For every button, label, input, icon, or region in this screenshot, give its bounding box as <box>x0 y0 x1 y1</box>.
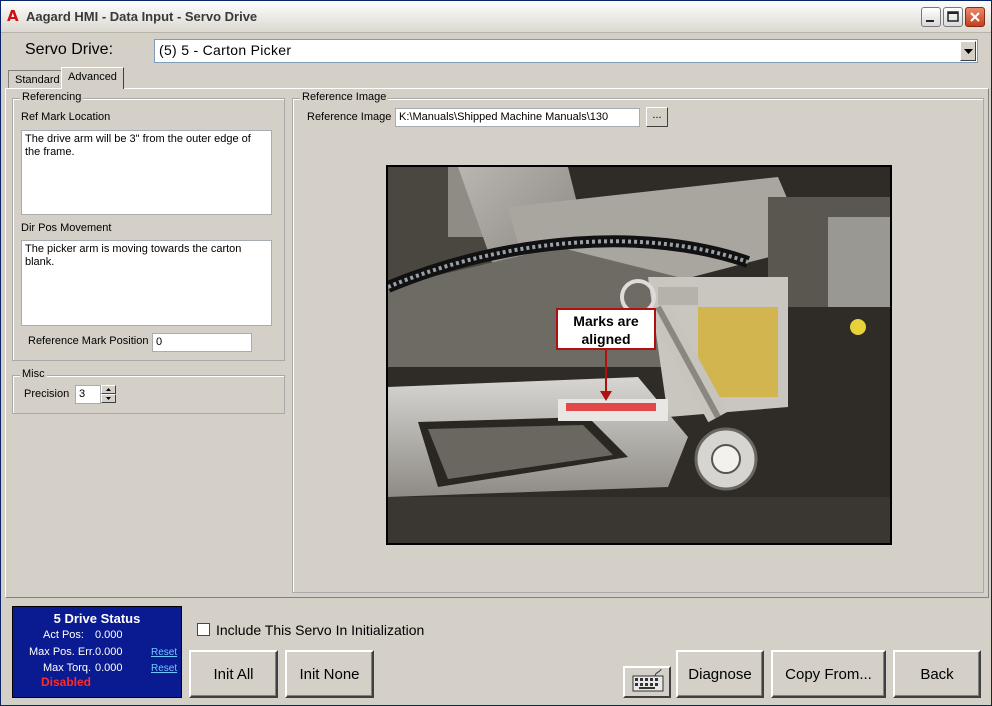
max-pos-err-label: Max Pos. Err. <box>29 646 96 658</box>
precision-stepper[interactable] <box>101 385 116 403</box>
arrow-up-icon <box>106 388 111 391</box>
servo-drive-selected-value: (5) 5 - Carton Picker <box>159 42 292 58</box>
ref-mark-location-textarea[interactable]: The drive arm will be 3" from the outer … <box>21 130 272 215</box>
keyboard-button[interactable] <box>623 666 671 698</box>
servo-drive-label: Servo Drive: <box>25 41 114 58</box>
drive-status-panel: 5 Drive Status Act Pos: 0.000 Max Pos. E… <box>12 606 182 698</box>
max-torq-label: Max Torq. <box>43 662 92 674</box>
tab-standard[interactable]: Standard <box>8 70 67 88</box>
precision-label: Precision <box>24 388 70 400</box>
close-button[interactable] <box>965 7 985 27</box>
dir-pos-movement-textarea[interactable]: The picker arm is moving towards the car… <box>21 240 272 326</box>
window-title: Aagard HMI - Data Input - Servo Drive <box>26 9 258 24</box>
drive-status-title: 5 Drive Status <box>53 611 141 626</box>
browse-button[interactable]: ... <box>646 107 668 127</box>
minimize-icon <box>926 20 934 22</box>
include-in-initialization-checkbox[interactable] <box>197 623 210 636</box>
title-bar[interactable]: A Aagard HMI - Data Input - Servo Drive <box>1 1 991 33</box>
precision-down-button[interactable] <box>101 394 116 403</box>
machine-photo-illustration <box>388 167 890 543</box>
reset-max-torq-link[interactable]: Reset <box>151 663 177 674</box>
dir-pos-movement-label: Dir Pos Movement <box>21 222 112 234</box>
maximize-button[interactable] <box>943 7 963 27</box>
precision-up-button[interactable] <box>101 385 116 394</box>
marks-aligned-callout: Marks are aligned <box>556 308 656 350</box>
act-pos-label: Act Pos: <box>43 629 84 641</box>
arrow-down-icon <box>106 397 111 400</box>
reference-image-path-input[interactable]: K:\Manuals\Shipped Machine Manuals\130 <box>395 108 640 127</box>
ref-mark-position-label: Reference Mark Position <box>28 335 149 347</box>
copy-from-button[interactable]: Copy From... <box>771 650 886 698</box>
max-pos-err-value: 0.000 <box>95 646 123 658</box>
diagnose-button[interactable]: Diagnose <box>676 650 764 698</box>
chevron-down-icon <box>964 49 973 54</box>
include-in-initialization-label[interactable]: Include This Servo In Initialization <box>216 622 424 638</box>
init-all-button[interactable]: Init All <box>189 650 278 698</box>
ref-mark-position-input[interactable]: 0 <box>152 333 252 352</box>
reference-photo: Marks are aligned <box>386 165 892 545</box>
reset-max-pos-err-link[interactable]: Reset <box>151 647 177 658</box>
keyboard-icon <box>632 668 664 692</box>
act-pos-value: 0.000 <box>95 629 123 641</box>
drive-state-badge: Disabled <box>41 675 92 689</box>
max-torq-value: 0.000 <box>95 662 123 674</box>
ref-mark-location-label: Ref Mark Location <box>21 111 111 123</box>
servo-drive-select[interactable]: (5) 5 - Carton Picker <box>154 39 978 63</box>
servo-drive-window: A Aagard HMI - Data Input - Servo Drive … <box>0 0 992 706</box>
precision-input[interactable]: 3 <box>75 385 101 404</box>
misc-group-title: Misc <box>20 368 47 380</box>
back-button[interactable]: Back <box>893 650 981 698</box>
close-icon <box>970 12 980 22</box>
maximize-icon <box>947 11 959 22</box>
init-none-button[interactable]: Init None <box>285 650 374 698</box>
tab-advanced[interactable]: Advanced <box>61 67 124 89</box>
minimize-button[interactable] <box>921 7 941 27</box>
reference-image-group-title: Reference Image <box>300 91 389 103</box>
aagard-logo-icon: A <box>7 7 19 25</box>
referencing-group-title: Referencing <box>20 91 84 103</box>
servo-drive-dropdown-button[interactable] <box>960 41 976 61</box>
reference-image-label: Reference Image <box>307 111 392 123</box>
